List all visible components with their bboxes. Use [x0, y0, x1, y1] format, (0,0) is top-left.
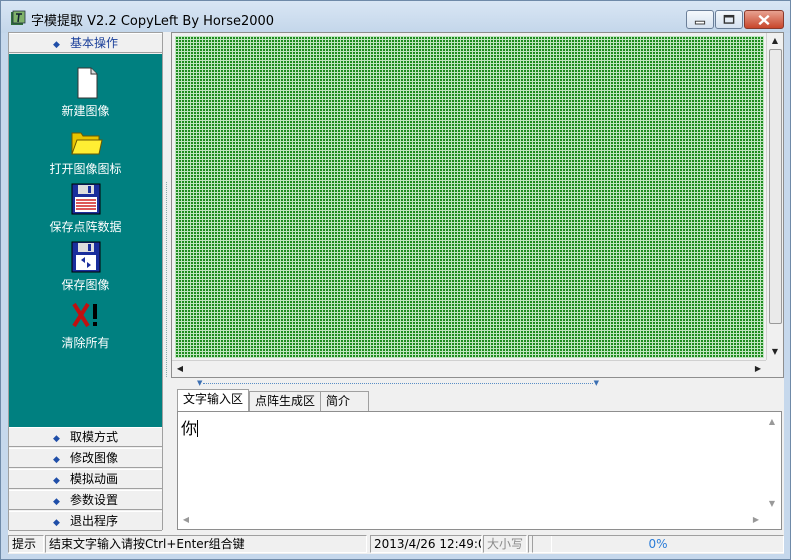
text-caret [197, 420, 199, 437]
close-icon [758, 14, 770, 26]
scroll-up-icon[interactable]: ▲ [764, 414, 780, 430]
new-image-button[interactable]: 新建图像 [9, 66, 162, 119]
app-icon[interactable] [10, 10, 26, 26]
scroll-right-icon[interactable]: ▶ [750, 361, 766, 377]
tab-about[interactable]: 简介 [320, 391, 369, 411]
scroll-left-icon[interactable]: ◀ [172, 361, 188, 377]
splitter-arrow-icon: ▼ [593, 379, 599, 387]
group-animation[interactable]: ◆ 模拟动画 [9, 469, 162, 489]
scroll-down-icon[interactable]: ▼ [767, 344, 783, 360]
minimize-icon [694, 20, 706, 25]
open-folder-icon [70, 132, 103, 155]
group-label: 参数设置 [69, 493, 118, 507]
status-bar: 提示 结束文字输入请按Ctrl+Enter组合键 2013/4/26 12:49… [8, 532, 784, 554]
pixel-grid[interactable] [175, 36, 764, 358]
group-label: 取模方式 [69, 430, 118, 444]
canvas-vertical-scrollbar[interactable]: ▲ ▼ [766, 33, 783, 360]
text-horizontal-scrollbar[interactable]: ◀ ▶ [178, 512, 764, 529]
group-label: 退出程序 [69, 514, 118, 528]
status-datetime: 2013/4/26 12:49:05 [370, 535, 482, 553]
canvas-horizontal-scrollbar[interactable]: ◀ ▶ [172, 360, 766, 377]
status-message: 结束文字输入请按Ctrl+Enter组合键 [45, 535, 367, 553]
tool-label: 保存点阵数据 [49, 220, 122, 234]
tool-label: 清除所有 [61, 336, 110, 350]
basic-ops-panel: 新建图像 打开图像图标 保存点阵数据 保存图像 清除所有 [9, 54, 162, 427]
tab-matrix-output[interactable]: 点阵生成区 [249, 391, 322, 411]
save-data-icon [71, 183, 100, 215]
group-label: 修改图像 [69, 451, 118, 465]
minimize-button[interactable] [686, 10, 714, 29]
save-data-button[interactable]: 保存点阵数据 [9, 182, 162, 235]
status-label: 提示 [8, 535, 44, 553]
diamond-icon: ◆ [53, 497, 60, 507]
left-toolbar: ◆ 基本操作 新建图像 打开图像图标 保存点阵数据 保存图像 清除所有 ◆ 取模… [8, 32, 163, 531]
app-window: 字模提取 V2.2 CopyLeft By Horse2000 ◆ 基本操作 新… [0, 0, 791, 560]
clear-all-button[interactable]: 清除所有 [9, 298, 162, 351]
tool-label: 保存图像 [61, 278, 110, 292]
title-bar[interactable]: 字模提取 V2.2 CopyLeft By Horse2000 [1, 1, 790, 33]
scroll-down-icon[interactable]: ▼ [764, 496, 780, 512]
maximize-icon [723, 14, 735, 24]
group-label: 模拟动画 [69, 472, 118, 486]
splitter-line [203, 383, 593, 384]
open-image-button[interactable]: 打开图像图标 [9, 124, 162, 177]
splitter-arrow-icon: ▼ [197, 379, 203, 387]
text-vertical-scrollbar[interactable]: ▲ ▼ [764, 412, 781, 512]
close-button[interactable] [744, 10, 784, 29]
tab-strip: 文字输入区 点阵生成区 简介 [174, 389, 784, 411]
diamond-icon: ◆ [53, 476, 60, 486]
save-image-icon [71, 241, 100, 273]
group-settings[interactable]: ◆ 参数设置 [9, 490, 162, 510]
group-basic-ops[interactable]: ◆ 基本操作 [9, 33, 162, 53]
save-image-button[interactable]: 保存图像 [9, 240, 162, 293]
status-caps: 大小写 [483, 535, 527, 553]
tab-text-input[interactable]: 文字输入区 [177, 389, 250, 411]
diamond-icon: ◆ [53, 40, 60, 50]
diamond-icon: ◆ [53, 434, 60, 444]
new-file-icon [77, 67, 97, 99]
group-exit[interactable]: ◆ 退出程序 [9, 511, 162, 531]
tool-label: 新建图像 [61, 104, 110, 118]
scroll-thumb[interactable] [769, 49, 782, 324]
clear-all-icon [71, 302, 97, 328]
scroll-right-icon[interactable]: ▶ [748, 512, 764, 528]
text-input-value[interactable]: 你 [181, 415, 199, 439]
maximize-button[interactable] [715, 10, 743, 29]
status-progress: 0% [532, 535, 784, 553]
diamond-icon: ◆ [53, 518, 60, 528]
group-edit-image[interactable]: ◆ 修改图像 [9, 448, 162, 468]
horizontal-splitter[interactable]: ▼ ▼ [197, 379, 599, 388]
group-label: 基本操作 [69, 36, 118, 50]
window-title: 字模提取 V2.2 CopyLeft By Horse2000 [31, 14, 275, 29]
splitter-grip [166, 182, 170, 377]
scroll-left-icon[interactable]: ◀ [178, 512, 194, 528]
group-sampling-mode[interactable]: ◆ 取模方式 [9, 427, 162, 447]
client-area: ◆ 基本操作 新建图像 打开图像图标 保存点阵数据 保存图像 清除所有 ◆ 取模… [8, 32, 784, 554]
diamond-icon: ◆ [53, 455, 60, 465]
tool-label: 打开图像图标 [49, 162, 122, 176]
text-input-area[interactable]: 你 ▲ ▼ ◀ ▶ [177, 411, 782, 530]
scroll-up-icon[interactable]: ▲ [767, 33, 783, 49]
dot-matrix-canvas: ▲ ▼ ◀ ▶ [171, 32, 784, 378]
